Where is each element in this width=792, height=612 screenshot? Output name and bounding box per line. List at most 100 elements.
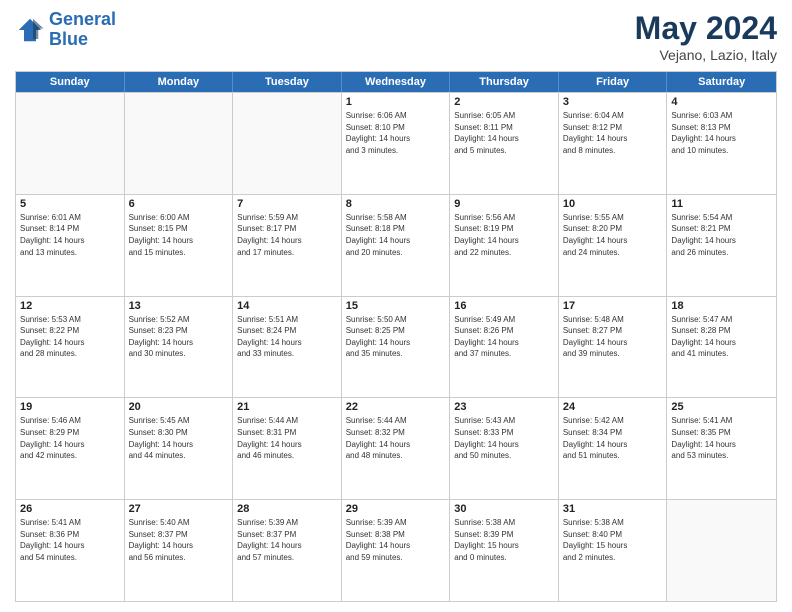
- calendar-cell-day-9: 9 Sunrise: 5:56 AMSunset: 8:19 PMDaylight…: [450, 195, 559, 296]
- calendar-row-2: 5 Sunrise: 6:01 AMSunset: 8:14 PMDaylight…: [16, 194, 776, 296]
- calendar-cell-day-23: 23Sunrise: 5:43 AMSunset: 8:33 PMDayligh…: [450, 398, 559, 499]
- day-number: 26: [20, 503, 120, 515]
- calendar-row-5: 26Sunrise: 5:41 AMSunset: 8:36 PMDayligh…: [16, 499, 776, 601]
- day-number: 10: [563, 198, 663, 210]
- cell-info: Sunrise: 5:54 AMSunset: 8:21 PMDaylight:…: [671, 212, 772, 258]
- cell-info: Sunrise: 5:48 AMSunset: 8:27 PMDaylight:…: [563, 314, 663, 360]
- cell-info: Sunrise: 5:51 AMSunset: 8:24 PMDaylight:…: [237, 314, 337, 360]
- cell-info: Sunrise: 6:05 AMSunset: 8:11 PMDaylight:…: [454, 110, 554, 156]
- calendar-cell-day-13: 13Sunrise: 5:52 AMSunset: 8:23 PMDayligh…: [125, 297, 234, 398]
- header: General Blue May 2024 Vejano, Lazio, Ita…: [15, 10, 777, 63]
- calendar-cell-day-18: 18 Sunrise: 5:47 AMSunset: 8:28 PMDayligh…: [667, 297, 776, 398]
- day-number: 31: [563, 503, 663, 515]
- day-number: 11: [671, 198, 772, 210]
- weekday-header-wednesday: Wednesday: [342, 72, 451, 92]
- month-title: May 2024: [635, 10, 777, 47]
- calendar-row-4: 19 Sunrise: 5:46 AMSunset: 8:29 PMDayligh…: [16, 397, 776, 499]
- day-number: 20: [129, 401, 229, 413]
- calendar-cell-day-10: 10 Sunrise: 5:55 AMSunset: 8:20 PMDayligh…: [559, 195, 668, 296]
- weekday-header-sunday: Sunday: [16, 72, 125, 92]
- cell-info: Sunrise: 5:47 AMSunset: 8:28 PMDaylight:…: [671, 314, 772, 360]
- weekday-header-saturday: Saturday: [667, 72, 776, 92]
- cell-info: Sunrise: 6:06 AMSunset: 8:10 PMDaylight:…: [346, 110, 446, 156]
- calendar-cell-day-25: 25Sunrise: 5:41 AMSunset: 8:35 PMDayligh…: [667, 398, 776, 499]
- cell-info: Sunrise: 5:52 AMSunset: 8:23 PMDaylight:…: [129, 314, 229, 360]
- cell-info: Sunrise: 6:01 AMSunset: 8:14 PMDaylight:…: [20, 212, 120, 258]
- cell-info: Sunrise: 5:56 AMSunset: 8:19 PMDaylight:…: [454, 212, 554, 258]
- calendar-cell-day-27: 27Sunrise: 5:40 AMSunset: 8:37 PMDayligh…: [125, 500, 234, 601]
- cell-info: Sunrise: 5:39 AMSunset: 8:38 PMDaylight:…: [346, 517, 446, 563]
- weekday-header-tuesday: Tuesday: [233, 72, 342, 92]
- calendar-cell-empty: [233, 93, 342, 194]
- day-number: 21: [237, 401, 337, 413]
- cell-info: Sunrise: 5:59 AMSunset: 8:17 PMDaylight:…: [237, 212, 337, 258]
- logo: General Blue: [15, 10, 116, 50]
- cell-info: Sunrise: 6:04 AMSunset: 8:12 PMDaylight:…: [563, 110, 663, 156]
- cell-info: Sunrise: 6:03 AMSunset: 8:13 PMDaylight:…: [671, 110, 772, 156]
- cell-info: Sunrise: 5:55 AMSunset: 8:20 PMDaylight:…: [563, 212, 663, 258]
- cell-info: Sunrise: 5:39 AMSunset: 8:37 PMDaylight:…: [237, 517, 337, 563]
- cell-info: Sunrise: 5:44 AMSunset: 8:31 PMDaylight:…: [237, 415, 337, 461]
- day-number: 15: [346, 300, 446, 312]
- cell-info: Sunrise: 5:46 AMSunset: 8:29 PMDaylight:…: [20, 415, 120, 461]
- calendar-cell-day-17: 17 Sunrise: 5:48 AMSunset: 8:27 PMDayligh…: [559, 297, 668, 398]
- calendar-cell-day-3: 3 Sunrise: 6:04 AMSunset: 8:12 PMDaylight…: [559, 93, 668, 194]
- day-number: 30: [454, 503, 554, 515]
- calendar-cell-day-31: 31 Sunrise: 5:38 AMSunset: 8:40 PMDayligh…: [559, 500, 668, 601]
- cell-info: Sunrise: 5:58 AMSunset: 8:18 PMDaylight:…: [346, 212, 446, 258]
- cell-info: Sunrise: 5:53 AMSunset: 8:22 PMDaylight:…: [20, 314, 120, 360]
- day-number: 19: [20, 401, 120, 413]
- calendar-cell-day-20: 20 Sunrise: 5:45 AMSunset: 8:30 PMDayligh…: [125, 398, 234, 499]
- cell-info: Sunrise: 5:45 AMSunset: 8:30 PMDaylight:…: [129, 415, 229, 461]
- day-number: 4: [671, 96, 772, 108]
- calendar-cell-day-11: 11 Sunrise: 5:54 AMSunset: 8:21 PMDayligh…: [667, 195, 776, 296]
- logo-icon: [15, 15, 45, 45]
- calendar-cell-day-7: 7Sunrise: 5:59 AMSunset: 8:17 PMDaylight…: [233, 195, 342, 296]
- calendar-cell-day-19: 19 Sunrise: 5:46 AMSunset: 8:29 PMDayligh…: [16, 398, 125, 499]
- day-number: 16: [454, 300, 554, 312]
- calendar-cell-day-16: 16 Sunrise: 5:49 AMSunset: 8:26 PMDayligh…: [450, 297, 559, 398]
- calendar-cell-empty: [125, 93, 234, 194]
- day-number: 22: [346, 401, 446, 413]
- logo-text: General Blue: [49, 10, 116, 50]
- calendar-cell-day-2: 2 Sunrise: 6:05 AMSunset: 8:11 PMDaylight…: [450, 93, 559, 194]
- calendar-header: SundayMondayTuesdayWednesdayThursdayFrid…: [16, 72, 776, 92]
- day-number: 1: [346, 96, 446, 108]
- calendar-cell-day-26: 26Sunrise: 5:41 AMSunset: 8:36 PMDayligh…: [16, 500, 125, 601]
- weekday-header-friday: Friday: [559, 72, 668, 92]
- calendar-row-1: 1 Sunrise: 6:06 AMSunset: 8:10 PMDaylight…: [16, 92, 776, 194]
- day-number: 14: [237, 300, 337, 312]
- cell-info: Sunrise: 5:38 AMSunset: 8:39 PMDaylight:…: [454, 517, 554, 563]
- day-number: 3: [563, 96, 663, 108]
- cell-info: Sunrise: 6:00 AMSunset: 8:15 PMDaylight:…: [129, 212, 229, 258]
- calendar-cell-day-15: 15 Sunrise: 5:50 AMSunset: 8:25 PMDayligh…: [342, 297, 451, 398]
- location: Vejano, Lazio, Italy: [635, 47, 777, 63]
- weekday-header-monday: Monday: [125, 72, 234, 92]
- calendar-cell-day-8: 8Sunrise: 5:58 AMSunset: 8:18 PMDaylight…: [342, 195, 451, 296]
- calendar-cell-day-21: 21 Sunrise: 5:44 AMSunset: 8:31 PMDayligh…: [233, 398, 342, 499]
- day-number: 5: [20, 198, 120, 210]
- calendar-cell-empty: [667, 500, 776, 601]
- cell-info: Sunrise: 5:50 AMSunset: 8:25 PMDaylight:…: [346, 314, 446, 360]
- day-number: 17: [563, 300, 663, 312]
- cell-info: Sunrise: 5:49 AMSunset: 8:26 PMDaylight:…: [454, 314, 554, 360]
- day-number: 9: [454, 198, 554, 210]
- calendar-cell-day-29: 29 Sunrise: 5:39 AMSunset: 8:38 PMDayligh…: [342, 500, 451, 601]
- cell-info: Sunrise: 5:44 AMSunset: 8:32 PMDaylight:…: [346, 415, 446, 461]
- day-number: 28: [237, 503, 337, 515]
- calendar-cell-empty: [16, 93, 125, 194]
- cell-info: Sunrise: 5:42 AMSunset: 8:34 PMDaylight:…: [563, 415, 663, 461]
- day-number: 29: [346, 503, 446, 515]
- calendar-cell-day-30: 30 Sunrise: 5:38 AMSunset: 8:39 PMDayligh…: [450, 500, 559, 601]
- page: General Blue May 2024 Vejano, Lazio, Ita…: [0, 0, 792, 612]
- cell-info: Sunrise: 5:38 AMSunset: 8:40 PMDaylight:…: [563, 517, 663, 563]
- calendar-row-3: 12 Sunrise: 5:53 AMSunset: 8:22 PMDayligh…: [16, 296, 776, 398]
- day-number: 2: [454, 96, 554, 108]
- weekday-header-thursday: Thursday: [450, 72, 559, 92]
- day-number: 18: [671, 300, 772, 312]
- cell-info: Sunrise: 5:43 AMSunset: 8:33 PMDaylight:…: [454, 415, 554, 461]
- calendar-cell-day-28: 28 Sunrise: 5:39 AMSunset: 8:37 PMDayligh…: [233, 500, 342, 601]
- day-number: 12: [20, 300, 120, 312]
- calendar-body: 1 Sunrise: 6:06 AMSunset: 8:10 PMDaylight…: [16, 92, 776, 601]
- calendar-cell-day-6: 6Sunrise: 6:00 AMSunset: 8:15 PMDaylight…: [125, 195, 234, 296]
